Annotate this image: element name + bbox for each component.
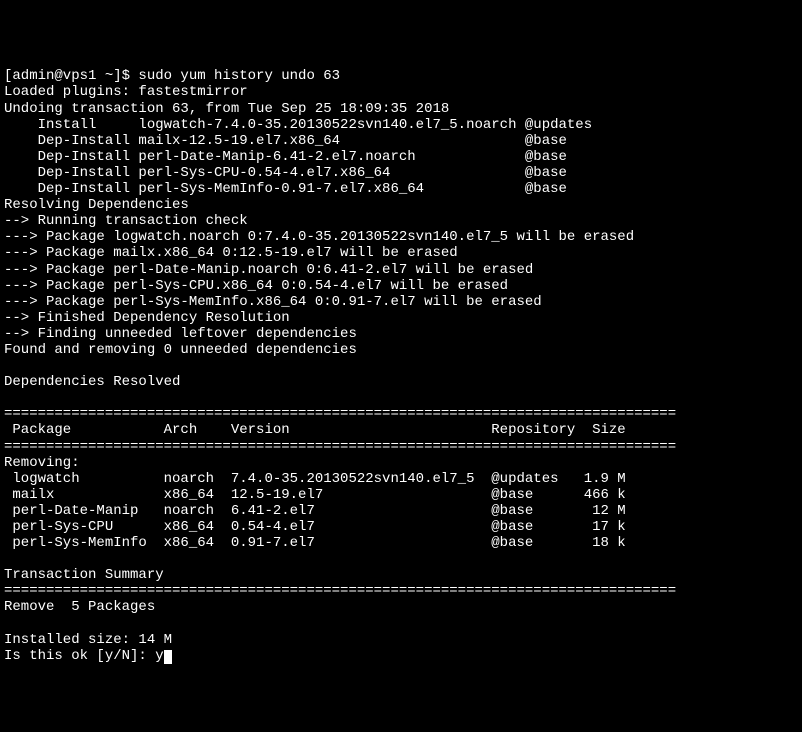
installed-size: Installed size: 14 M (4, 632, 172, 648)
table-row: perl-Sys-MemInfo x86_64 0.91-7.el7 @base… (4, 535, 626, 551)
output-line: ---> Package perl-Date-Manip.noarch 0:6.… (4, 262, 533, 278)
output-line: Loaded plugins: fastestmirror (4, 84, 248, 100)
table-header: Package Arch Version Repository Size (4, 422, 626, 438)
output-line: Dep-Install perl-Date-Manip-6.41-2.el7.n… (4, 149, 567, 165)
output-line: Undoing transaction 63, from Tue Sep 25 … (4, 101, 449, 117)
output-line: ---> Package logwatch.noarch 0:7.4.0-35.… (4, 229, 634, 245)
output-line: ---> Package perl-Sys-CPU.x86_64 0:0.54-… (4, 278, 508, 294)
removing-label: Removing: (4, 455, 80, 471)
output-line: ---> Package mailx.x86_64 0:12.5-19.el7 … (4, 245, 458, 261)
table-row: perl-Date-Manip noarch 6.41-2.el7 @base … (4, 503, 626, 519)
table-row: logwatch noarch 7.4.0-35.20130522svn140.… (4, 471, 626, 487)
deps-resolved: Dependencies Resolved (4, 374, 180, 390)
output-line: Dep-Install perl-Sys-CPU-0.54-4.el7.x86_… (4, 165, 567, 181)
output-line: --> Finding unneeded leftover dependenci… (4, 326, 357, 342)
output-line: Dep-Install perl-Sys-MemInfo-0.91-7.el7.… (4, 181, 567, 197)
cursor-icon (164, 650, 172, 664)
output-line: Resolving Dependencies (4, 197, 189, 213)
confirm-prompt[interactable]: Is this ok [y/N]: y (4, 648, 164, 664)
separator: ========================================… (4, 439, 676, 455)
output-line: Install logwatch-7.4.0-35.20130522svn140… (4, 117, 592, 133)
separator: ========================================… (4, 583, 676, 599)
output-line: --> Finished Dependency Resolution (4, 310, 290, 326)
output-line: Found and removing 0 unneeded dependenci… (4, 342, 357, 358)
shell-prompt[interactable]: [admin@vps1 ~]$ sudo yum history undo 63 (4, 68, 340, 84)
output-line: --> Running transaction check (4, 213, 248, 229)
separator: ========================================… (4, 406, 676, 422)
output-line: ---> Package perl-Sys-MemInfo.x86_64 0:0… (4, 294, 542, 310)
output-line: Dep-Install mailx-12.5-19.el7.x86_64 @ba… (4, 133, 567, 149)
table-row: perl-Sys-CPU x86_64 0.54-4.el7 @base 17 … (4, 519, 626, 535)
txn-summary: Transaction Summary (4, 567, 164, 583)
remove-count: Remove 5 Packages (4, 599, 155, 615)
table-row: mailx x86_64 12.5-19.el7 @base 466 k (4, 487, 626, 503)
